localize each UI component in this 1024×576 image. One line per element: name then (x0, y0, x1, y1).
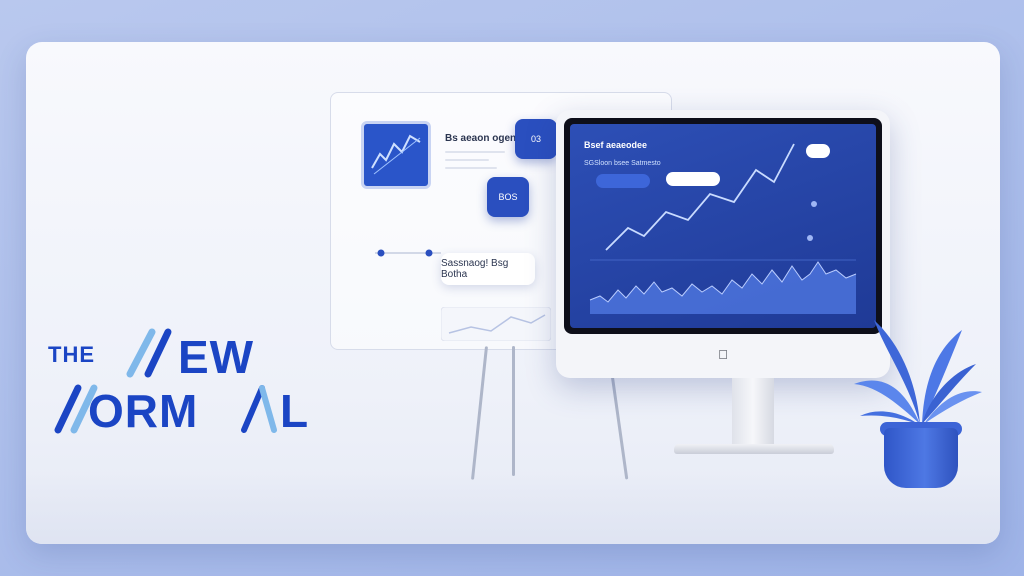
board-heading: Bs aeaon ogen (445, 133, 517, 144)
apple-logo-icon:  (716, 348, 730, 362)
board-text-line (445, 151, 505, 153)
board-chart-thumbnail (361, 121, 431, 189)
headline-word-normal-end: L (280, 385, 310, 437)
monitor-stand-neck (732, 378, 774, 448)
board-mini-chart (441, 307, 551, 341)
easel-leg (512, 346, 515, 476)
monitor-stand-base (674, 444, 834, 454)
board-text-line (445, 159, 489, 161)
headline-word-new: EW (178, 331, 255, 383)
headline-word-normal: ORM (88, 385, 199, 437)
board-tile-1: 03 (515, 119, 557, 159)
board-tile-2: BOS (487, 177, 529, 217)
plant-leaves (854, 320, 982, 424)
desktop-monitor: Bsef aeaeodee SGSloon bsee Satmesto  (556, 110, 890, 378)
board-speech-bubble: Sassnaog! Bsg Botha (441, 253, 535, 285)
board-text-line (445, 167, 497, 169)
floor-shadow (26, 474, 1000, 544)
board-slider-widget (375, 249, 441, 257)
board-chart-line (371, 134, 421, 175)
monitor-bezel: Bsef aeaeodee SGSloon bsee Satmesto (564, 118, 882, 334)
display-line-chart (589, 143, 857, 314)
plant-pot (884, 428, 958, 488)
headline-the-new-normal: THE EW ORM L (48, 326, 348, 446)
monitor-display: Bsef aeaeodee SGSloon bsee Satmesto (570, 124, 876, 328)
